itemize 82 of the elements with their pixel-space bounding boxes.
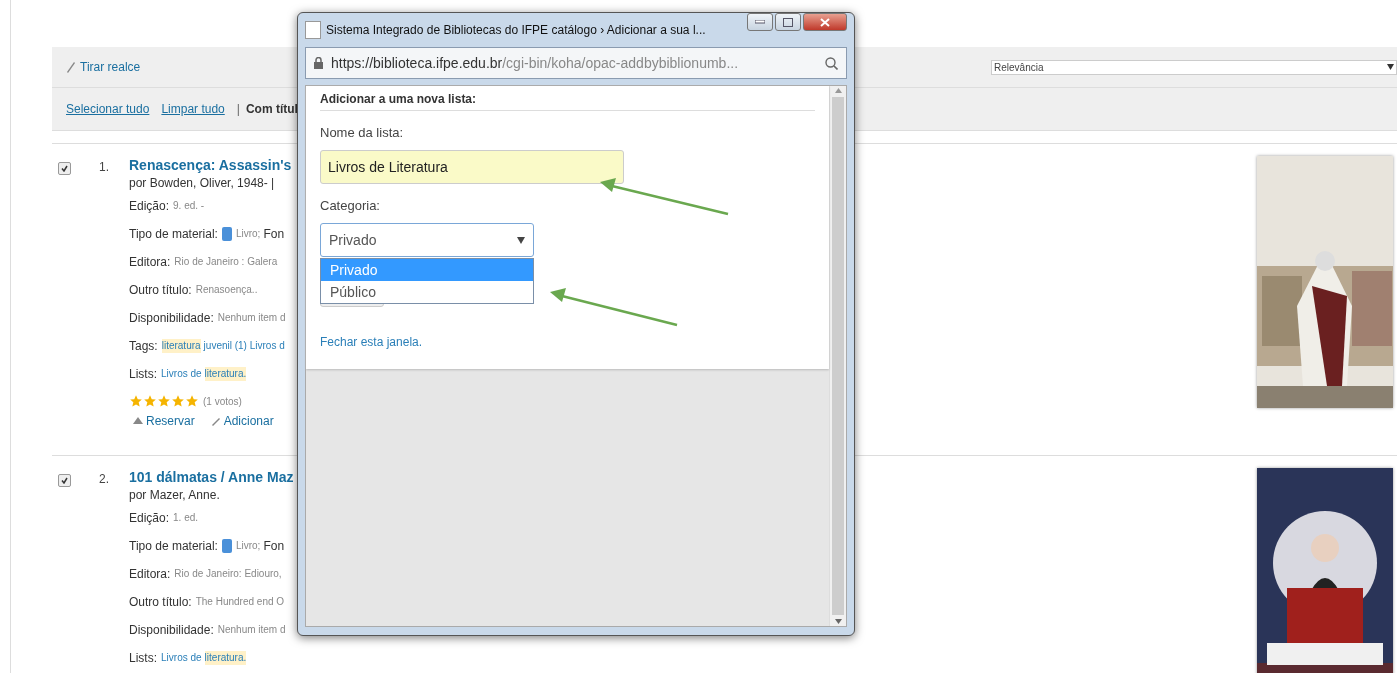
field-value: 1. ed.	[173, 511, 199, 525]
field-label: Lists:	[129, 650, 157, 667]
star-icon	[129, 394, 143, 408]
field-value: 9. ed. -	[173, 199, 205, 213]
field-value: The Hundred end O	[195, 595, 285, 609]
field-link[interactable]: Livros de	[161, 651, 202, 665]
clear-all-link[interactable]: Limpar tudo	[161, 102, 225, 116]
star-icon	[157, 394, 171, 408]
field-link[interactable]: literatura.	[204, 651, 247, 665]
url-host: https://biblioteca.ifpe.edu.br	[331, 55, 503, 71]
minimize-button[interactable]	[747, 13, 773, 31]
result-number: 2.	[99, 471, 110, 488]
form-heading: Adicionar a uma nova lista:	[320, 92, 815, 111]
field-value: Livro;	[235, 227, 261, 241]
caret-icon	[517, 236, 525, 244]
vote-count: (1 votos)	[203, 395, 242, 407]
with-selected-label: Com títul	[245, 102, 298, 116]
field-label: Edição:	[129, 510, 170, 527]
action-link[interactable]: Reservar	[133, 414, 195, 428]
list-name-field[interactable]: Livros de Literatura	[320, 150, 624, 184]
window-title: Sistema Integrado de Bibliotecas do IFPE catálogo › Adicionar a sua l...	[326, 23, 707, 37]
field-link[interactable]: juvenil (1) Livros d	[203, 339, 285, 353]
field-label: Disponibilidade:	[129, 622, 214, 639]
scrollbar[interactable]	[829, 86, 846, 626]
field-link[interactable]: literatura.	[204, 367, 247, 381]
result-number: 1.	[99, 159, 110, 176]
result-checkbox[interactable]	[58, 162, 71, 175]
field-label: Edição:	[129, 198, 170, 215]
category-select[interactable]: Privado	[320, 223, 534, 257]
field-label: Fon	[263, 538, 285, 555]
field-label: Editora:	[129, 254, 171, 271]
action-link[interactable]: Adicionar	[210, 414, 274, 428]
field-label: Categoria:	[320, 198, 381, 213]
lock-icon	[314, 57, 323, 69]
check-icon	[61, 477, 68, 484]
star-icon	[171, 394, 185, 408]
field-value: Renasoença..	[195, 283, 258, 297]
zoom-icon	[825, 56, 838, 70]
field-label: Fon	[263, 226, 285, 243]
app-icon	[305, 21, 321, 39]
pencil-icon	[210, 416, 221, 426]
field-value: Rio de Janeiro: Ediouro,	[174, 567, 282, 581]
field-label: Disponibilidade:	[129, 310, 214, 327]
result-author: por Mazer, Anne.	[129, 487, 221, 504]
field-label: Tipo de material:	[129, 538, 218, 555]
close-icon	[820, 17, 830, 27]
caret-icon	[1387, 64, 1394, 70]
field-link[interactable]: Livros de	[161, 367, 202, 381]
field-label: Outro título:	[129, 594, 192, 611]
field-value: Nenhum item d	[217, 311, 286, 325]
star-icon	[185, 394, 199, 408]
field-label: Outro título:	[129, 282, 192, 299]
field-label: Editora:	[129, 566, 171, 583]
book-icon	[221, 227, 232, 241]
result-checkbox[interactable]	[58, 474, 71, 487]
field-label: Nome da lista:	[320, 125, 405, 140]
field-link[interactable]: literatura	[161, 339, 201, 353]
close-window-link[interactable]: Fechar esta janela.	[320, 335, 423, 349]
pencil-icon	[66, 61, 76, 73]
address-bar[interactable]: https://biblioteca.ifpe.edu.br/cgi-bin/koha/opac-addbybiblionumb...	[305, 47, 847, 79]
field-label: Tags:	[129, 338, 158, 355]
field-label: Tipo de material:	[129, 226, 218, 243]
field-value: Livro;	[235, 539, 261, 553]
book-icon	[221, 539, 232, 553]
separator: |	[236, 102, 240, 116]
maximize-button[interactable]	[775, 13, 801, 31]
check-icon	[61, 165, 68, 172]
field-label: Lists:	[129, 366, 157, 383]
field-value: Nenhum item d	[217, 623, 286, 637]
book-icon	[133, 416, 143, 426]
clear-highlight-link[interactable]: Tirar realce	[66, 60, 141, 74]
dropdown-option[interactable]: Privado	[321, 259, 533, 281]
maximize-icon	[783, 17, 793, 27]
url-path: /cgi-bin/koha/opac-addbybiblionumb...	[502, 55, 739, 71]
result-author: por Bowden, Oliver, 1948- |	[129, 175, 276, 192]
select-all-link[interactable]: Selecionar tudo	[66, 102, 150, 116]
scroll-down-icon	[834, 619, 842, 624]
close-button[interactable]	[803, 13, 847, 31]
sort-select[interactable]: Relevância	[991, 59, 1397, 75]
minimize-icon	[755, 20, 765, 24]
star-icon	[143, 394, 157, 408]
field-value: Rio de Janeiro : Galera	[174, 255, 278, 269]
